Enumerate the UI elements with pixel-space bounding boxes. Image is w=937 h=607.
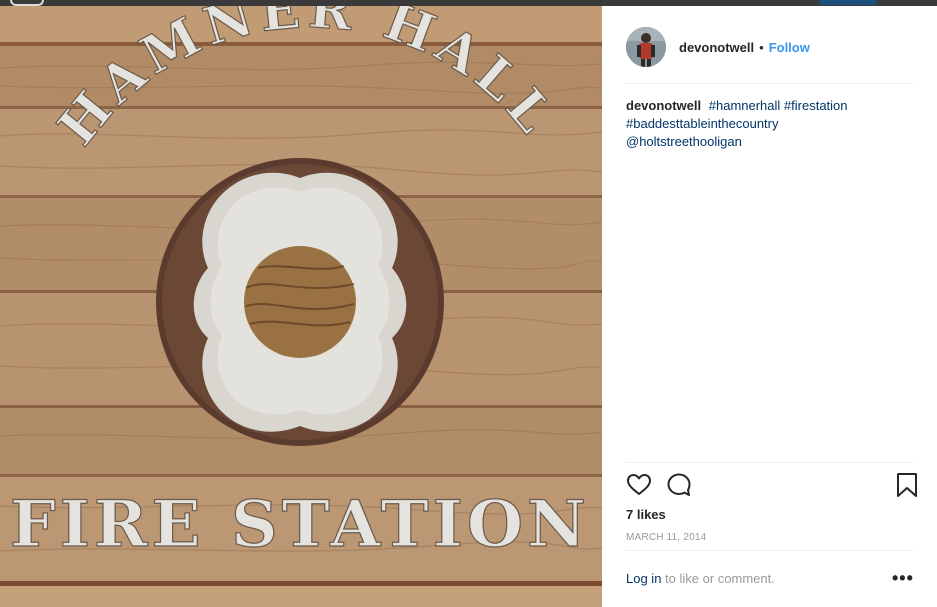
post-photo[interactable]: HAMNER HALL FIRE STATION	[0, 6, 602, 607]
heart-icon[interactable]	[626, 472, 652, 503]
header-separator: •	[759, 39, 764, 55]
photo-bottom-text: FIRE STATION	[10, 487, 590, 562]
caption-username[interactable]: devonotwell	[626, 98, 701, 113]
post-caption: devonotwell #hamnerhall #firestation #ba…	[626, 97, 906, 151]
bookmark-icon[interactable]	[896, 472, 918, 503]
mention-link[interactable]: @holtstreethooligan	[626, 134, 742, 149]
more-options-button[interactable]: •••	[892, 568, 914, 589]
follow-button[interactable]: Follow	[769, 40, 810, 55]
likes-count[interactable]: 7 likes	[626, 507, 666, 522]
hashtag-link[interactable]: #firestation	[784, 98, 848, 113]
hashtag-link[interactable]: #hamnerhall	[709, 98, 781, 113]
post-date: MARCH 11, 2014	[626, 532, 707, 543]
comment-icon[interactable]	[666, 472, 692, 503]
post-header: devonotwell • Follow	[626, 25, 913, 69]
photo-artwork: HAMNER HALL FIRE STATION	[0, 6, 602, 607]
action-bar	[626, 472, 918, 502]
avatar[interactable]	[626, 27, 666, 67]
login-link[interactable]: Log in	[626, 571, 661, 586]
author-username[interactable]: devonotwell	[679, 40, 754, 55]
login-prompt: Log in to like or comment.	[626, 571, 775, 586]
top-blue-tab	[819, 0, 877, 5]
divider	[626, 462, 913, 463]
avatar-image	[626, 27, 666, 67]
divider	[626, 550, 913, 551]
login-prompt-text: to like or comment.	[661, 571, 775, 586]
post-details-panel: devonotwell • Follow devonotwell #hamner…	[602, 6, 937, 607]
divider	[626, 83, 913, 84]
hashtag-link[interactable]: #baddesttableinthecountry	[626, 116, 779, 131]
fire-cross-emblem	[156, 158, 444, 446]
